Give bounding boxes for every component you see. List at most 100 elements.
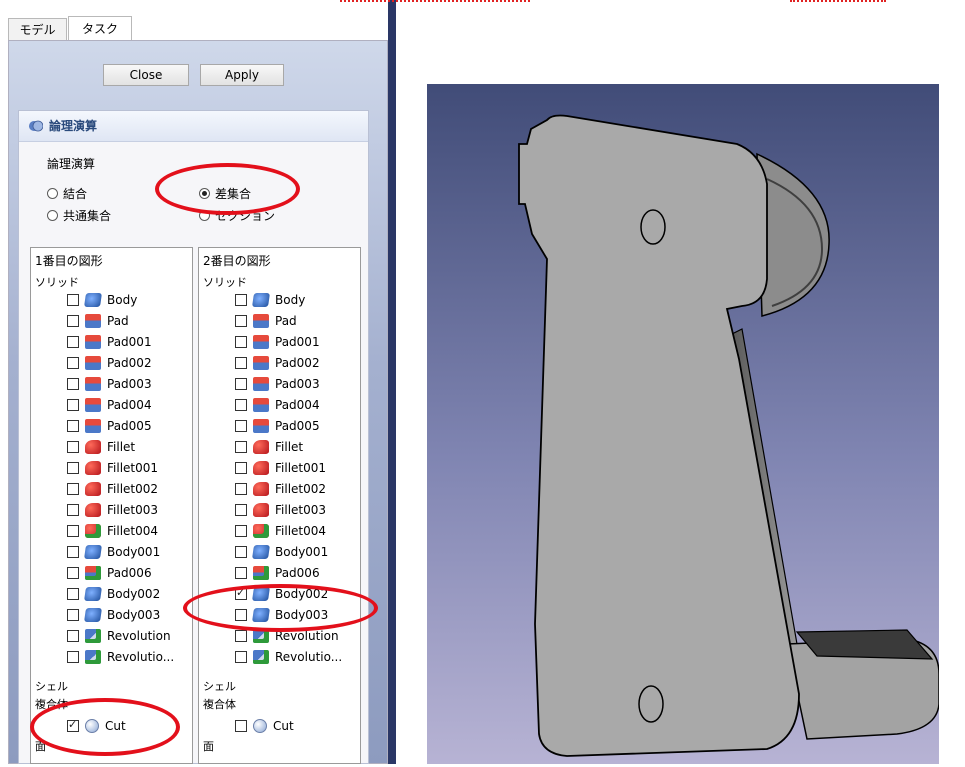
checkbox[interactable] [67, 504, 79, 516]
list-item[interactable]: Fillet004 [67, 521, 158, 541]
list-item[interactable]: Pad005 [235, 416, 320, 436]
checkbox[interactable] [67, 336, 79, 348]
list-item[interactable]: Fillet [235, 437, 303, 457]
radio-intersection[interactable]: 共通集合 [47, 207, 111, 224]
checkbox[interactable] [67, 588, 79, 600]
checkbox[interactable] [235, 630, 247, 642]
checkbox[interactable] [67, 294, 79, 306]
first-shape-list[interactable]: 1番目の図形 ソリッド Body Pad Pad001 Pad002 Pad003 Pad… [30, 247, 193, 764]
list-item[interactable]: Fillet003 [67, 500, 158, 520]
checkbox[interactable] [235, 357, 247, 369]
checkbox[interactable] [67, 315, 79, 327]
list-item[interactable]: Cut [67, 716, 126, 736]
radio-indicator[interactable] [47, 188, 58, 199]
checkbox[interactable] [67, 441, 79, 453]
checkbox[interactable] [235, 315, 247, 327]
list-item[interactable]: Revolution [67, 626, 171, 646]
list-item[interactable]: Fillet001 [67, 458, 158, 478]
list-item[interactable]: Fillet003 [235, 500, 326, 520]
list-item[interactable]: Pad002 [67, 353, 152, 373]
checkbox[interactable] [235, 336, 247, 348]
list-item[interactable]: Body [235, 290, 305, 310]
list-item[interactable]: Body003 [235, 605, 328, 625]
list-item[interactable]: Body001 [235, 542, 328, 562]
list-item[interactable]: Pad004 [67, 395, 152, 415]
list-item[interactable]: Pad005 [67, 416, 152, 436]
radio-indicator[interactable] [47, 210, 58, 221]
list-item[interactable]: Pad003 [67, 374, 152, 394]
list-item[interactable]: Pad003 [235, 374, 320, 394]
list-item[interactable]: Body002 [67, 584, 160, 604]
checkbox[interactable] [235, 586, 247, 600]
checkbox[interactable] [235, 567, 247, 579]
3d-viewport[interactable] [427, 84, 940, 764]
checkbox[interactable] [235, 399, 247, 411]
list-item[interactable]: Fillet004 [235, 521, 326, 541]
tab-tasks[interactable]: タスク [68, 16, 132, 40]
category-face: 面 [35, 740, 46, 753]
item-label: Fillet004 [107, 524, 159, 538]
checkbox[interactable] [235, 525, 247, 537]
checkbox[interactable] [67, 630, 79, 642]
list-item[interactable]: Body002 [235, 584, 328, 604]
list-item[interactable]: Revolutio... [67, 647, 174, 667]
radio-section[interactable]: セクション [199, 207, 275, 224]
list-item[interactable]: Revolutio... [235, 647, 342, 667]
checkbox[interactable] [67, 399, 79, 411]
checkbox[interactable] [235, 441, 247, 453]
checkbox[interactable] [67, 462, 79, 474]
list-item[interactable]: Pad006 [67, 563, 152, 583]
panel-splitter[interactable] [388, 0, 396, 764]
checkbox[interactable] [235, 720, 247, 732]
checkbox[interactable] [67, 483, 79, 495]
checkbox[interactable] [67, 357, 79, 369]
checkbox[interactable] [235, 378, 247, 390]
revolution-icon [253, 629, 269, 643]
radio-difference[interactable]: 差集合 [199, 185, 251, 202]
radio-indicator[interactable] [199, 188, 210, 199]
apply-button[interactable]: Apply [200, 64, 284, 86]
item-label: Pad006 [107, 566, 152, 580]
second-shape-list[interactable]: 2番目の図形 ソリッド Body Pad Pad001 Pad002 Pad003 Pad… [198, 247, 361, 764]
checkbox[interactable] [235, 294, 247, 306]
list-item[interactable]: Pad002 [235, 353, 320, 373]
item-label: Body001 [107, 545, 161, 559]
checkbox[interactable] [67, 546, 79, 558]
list-item[interactable]: Fillet [67, 437, 135, 457]
list-item[interactable]: Fillet002 [67, 479, 158, 499]
checkbox[interactable] [67, 420, 79, 432]
list-item[interactable]: Body001 [67, 542, 160, 562]
checkbox[interactable] [235, 504, 247, 516]
list-item[interactable]: Body [67, 290, 137, 310]
list-item[interactable]: Fillet001 [235, 458, 326, 478]
list-item[interactable]: Pad [235, 311, 297, 331]
checkbox[interactable] [235, 546, 247, 558]
item-label: Fillet [107, 440, 136, 454]
checkbox[interactable] [67, 718, 79, 732]
radio-union[interactable]: 結合 [47, 185, 87, 202]
list-item[interactable]: Pad001 [67, 332, 152, 352]
list-item[interactable]: Fillet002 [235, 479, 326, 499]
radio-indicator[interactable] [199, 210, 210, 221]
checkbox[interactable] [235, 420, 247, 432]
list-item[interactable]: Body003 [67, 605, 160, 625]
checkbox[interactable] [67, 525, 79, 537]
checkbox[interactable] [235, 462, 247, 474]
checkbox[interactable] [235, 483, 247, 495]
fillet-icon [85, 503, 101, 517]
tab-model[interactable]: モデル [8, 18, 67, 40]
list-item[interactable]: Pad [67, 311, 129, 331]
list-item[interactable]: Pad004 [235, 395, 320, 415]
checkbox[interactable] [67, 609, 79, 621]
list-item[interactable]: Revolution [235, 626, 339, 646]
checkbox[interactable] [67, 378, 79, 390]
checkbox[interactable] [235, 609, 247, 621]
list-item[interactable]: Pad006 [235, 563, 320, 583]
checkbox[interactable] [67, 567, 79, 579]
checkbox[interactable] [235, 651, 247, 663]
checkbox[interactable] [67, 651, 79, 663]
close-button[interactable]: Close [103, 64, 189, 86]
list-item[interactable]: Pad001 [235, 332, 320, 352]
box-header[interactable]: 論理演算 [19, 111, 368, 142]
list-item[interactable]: Cut [235, 716, 294, 736]
